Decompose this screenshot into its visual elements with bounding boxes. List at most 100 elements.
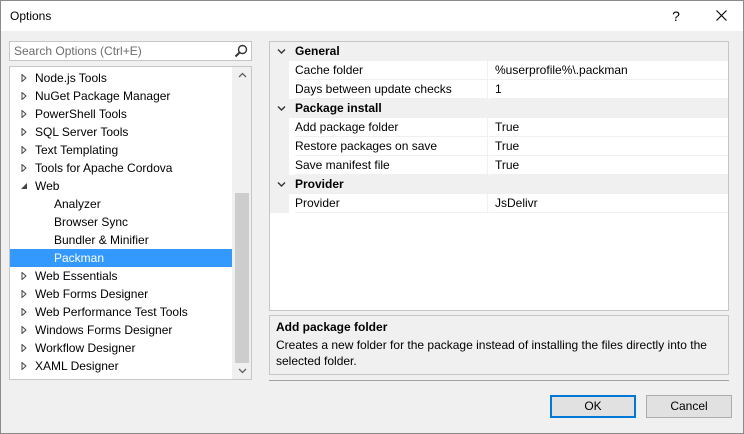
property-row[interactable]: Provider JsDelivr — [270, 194, 728, 213]
scroll-up-button[interactable] — [233, 67, 251, 84]
property-row[interactable]: Cache folder %userprofile%\.packman — [270, 61, 728, 80]
collapsed-arrow-icon[interactable] — [20, 146, 28, 154]
tree-item-label: Workflow Designer — [35, 341, 136, 355]
collapsed-arrow-icon[interactable] — [20, 164, 28, 172]
property-category[interactable]: Package install — [270, 99, 728, 118]
close-icon — [715, 10, 727, 21]
property-name: Restore packages on save — [295, 139, 438, 153]
options-tree: Node.js Tools NuGet Package Manager PowerS… — [9, 66, 252, 380]
property-name: Cache folder — [295, 63, 364, 77]
tree-item-label: PowerShell Tools — [35, 107, 127, 121]
tree-item[interactable]: Text Templating — [10, 141, 232, 159]
collapse-caret-icon[interactable] — [277, 105, 286, 112]
property-category[interactable]: General — [270, 42, 728, 61]
tree-item-label: XAML Designer — [35, 359, 119, 373]
tree-item[interactable]: Web Forms Designer — [10, 285, 232, 303]
property-row[interactable]: Save manifest file True — [270, 156, 728, 175]
row-gutter — [270, 156, 289, 175]
property-name-cell[interactable]: Save manifest file — [295, 156, 488, 175]
property-value[interactable]: 1 — [489, 80, 728, 99]
property-name: Days between update checks — [295, 82, 452, 96]
property-name-cell[interactable]: Add package folder — [295, 118, 488, 137]
collapsed-arrow-icon[interactable] — [20, 128, 28, 136]
tree-item[interactable]: Web Essentials — [10, 267, 232, 285]
collapsed-arrow-icon[interactable] — [20, 290, 28, 298]
property-value[interactable]: True — [489, 118, 728, 137]
tree-item-label: Windows Forms Designer — [35, 323, 173, 337]
collapsed-arrow-icon[interactable] — [20, 74, 28, 82]
tree-item[interactable]: SQL Server Tools — [10, 123, 232, 141]
window-title: Options — [10, 9, 52, 23]
description-text: Creates a new folder for the package ins… — [276, 338, 707, 368]
tree-item-label: SQL Server Tools — [35, 125, 129, 139]
tree-scrollbar[interactable] — [232, 67, 251, 379]
row-gutter — [270, 137, 289, 156]
close-button[interactable] — [707, 5, 735, 27]
property-name-cell[interactable]: Days between update checks — [295, 80, 488, 99]
collapsed-arrow-icon[interactable] — [20, 272, 28, 280]
collapsed-arrow-icon[interactable] — [20, 92, 28, 100]
ok-button[interactable]: OK — [550, 395, 636, 418]
property-name-cell[interactable]: Provider — [295, 194, 488, 213]
collapsed-arrow-icon[interactable] — [20, 326, 28, 334]
collapsed-arrow-icon[interactable] — [20, 308, 28, 316]
tree-item[interactable]: Tools for Apache Cordova — [10, 159, 232, 177]
scroll-thumb[interactable] — [235, 193, 249, 363]
tree-item-label: Bundler & Minifier — [54, 233, 149, 247]
tree-item[interactable]: XAML Designer — [10, 357, 232, 375]
search-box[interactable] — [9, 41, 252, 61]
collapse-caret-icon[interactable] — [277, 48, 286, 55]
property-row[interactable]: Days between update checks 1 — [270, 80, 728, 99]
expanded-arrow-icon[interactable] — [20, 182, 28, 190]
collapsed-arrow-icon[interactable] — [20, 344, 28, 352]
property-name-cell[interactable]: Cache folder — [295, 61, 488, 80]
property-name-cell[interactable]: Restore packages on save — [295, 137, 488, 156]
tree-item[interactable]: Web — [10, 177, 232, 195]
property-value[interactable]: True — [489, 137, 728, 156]
collapsed-arrow-icon[interactable] — [20, 362, 28, 370]
tree-item[interactable]: Bundler & Minifier — [10, 231, 232, 249]
collapse-caret-icon[interactable] — [277, 181, 286, 188]
row-gutter — [270, 61, 289, 80]
property-name: Save manifest file — [295, 158, 390, 172]
options-dialog: Options ? Node.js Tools NuGet Package Man… — [0, 0, 744, 434]
tree-item-label: Web Forms Designer — [35, 287, 149, 301]
cancel-button[interactable]: Cancel — [646, 395, 732, 418]
tree-item-label: Analyzer — [54, 197, 101, 211]
category-label: Package install — [295, 101, 382, 115]
row-gutter — [270, 194, 289, 213]
search-icon[interactable] — [234, 44, 248, 58]
property-value[interactable]: JsDelivr — [489, 194, 728, 213]
property-value[interactable]: %userprofile%\.packman — [489, 61, 728, 80]
tree-item-label: Web — [35, 179, 60, 193]
property-row[interactable]: Restore packages on save True — [270, 137, 728, 156]
property-row[interactable]: Add package folder True — [270, 118, 728, 137]
tree-item[interactable]: Browser Sync — [10, 213, 232, 231]
property-value[interactable]: True — [489, 156, 728, 175]
tree-item[interactable]: Workflow Designer — [10, 339, 232, 357]
search-input[interactable] — [10, 42, 232, 60]
tree-item[interactable]: Web Performance Test Tools — [10, 303, 232, 321]
tree-item-label: Web Performance Test Tools — [35, 305, 188, 319]
description-title: Add package folder — [276, 320, 388, 334]
property-category[interactable]: Provider — [270, 175, 728, 194]
tree-item[interactable]: Analyzer — [10, 195, 232, 213]
property-name: Add package folder — [295, 120, 399, 134]
scroll-down-button[interactable] — [233, 362, 251, 379]
tree-item-label: Tools for Apache Cordova — [35, 161, 173, 175]
tree-item-label: Browser Sync — [54, 215, 129, 229]
tree-item[interactable]: Windows Forms Designer — [10, 321, 232, 339]
divider — [269, 380, 729, 381]
tree-item-label: NuGet Package Manager — [35, 89, 171, 103]
tree-item[interactable]: Packman — [10, 249, 232, 267]
tree-item-label: Text Templating — [35, 143, 119, 157]
tree-item[interactable]: Node.js Tools — [10, 69, 232, 87]
title-bar: Options ? — [1, 1, 743, 31]
tree-item[interactable]: NuGet Package Manager — [10, 87, 232, 105]
tree-item-label: Web Essentials — [35, 269, 118, 283]
tree-item[interactable]: PowerShell Tools — [10, 105, 232, 123]
collapsed-arrow-icon[interactable] — [20, 110, 28, 118]
category-label: General — [295, 44, 340, 58]
help-button[interactable]: ? — [664, 5, 688, 27]
description-panel: Add package folder Creates a new folder … — [269, 315, 729, 375]
